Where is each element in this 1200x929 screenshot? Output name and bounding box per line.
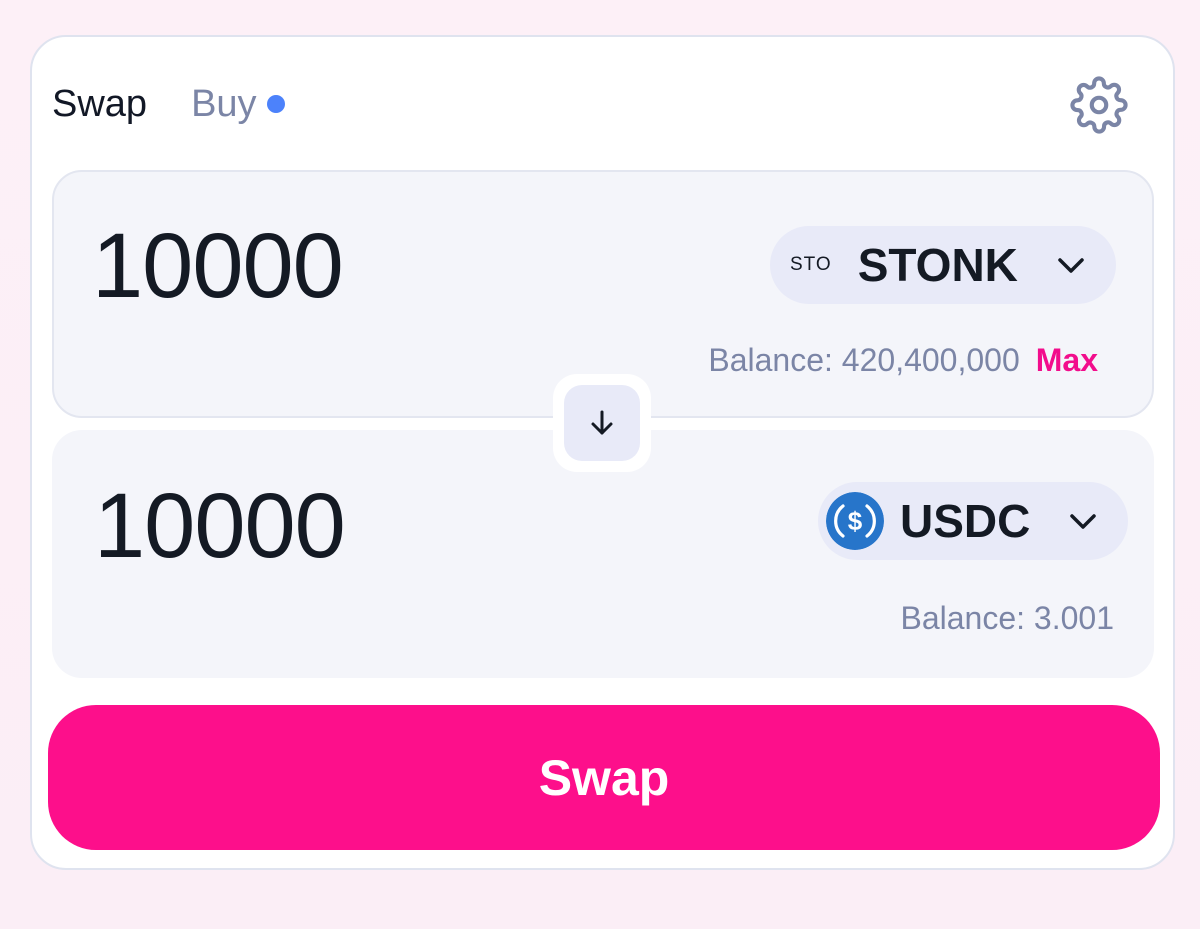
switch-button-frame <box>553 374 651 472</box>
tab-buy-label: Buy <box>191 83 257 125</box>
svg-text:$: $ <box>848 506 863 536</box>
notification-dot <box>266 95 285 113</box>
token-symbol: USDC <box>900 495 1031 547</box>
input-balance: Balance: 420,400,000 Max <box>708 342 1098 379</box>
balance-text: Balance: 420,400,000 <box>708 342 1020 378</box>
chevron-down-icon <box>1058 258 1084 273</box>
usdc-logo-icon: $ <box>826 492 884 550</box>
tab-bar: Swap Buy <box>52 78 285 130</box>
output-balance: Balance: 3.001 <box>900 600 1115 636</box>
token-symbol: STONK <box>857 239 1018 291</box>
output-token-selector[interactable]: $ USDC <box>818 482 1128 560</box>
max-button[interactable]: Max <box>1036 342 1098 379</box>
chevron-down-icon <box>1070 514 1096 529</box>
tab-buy[interactable]: Buy <box>191 78 285 130</box>
output-amount-field[interactable] <box>94 474 594 579</box>
token-logo-text: STO <box>790 254 832 275</box>
tab-swap[interactable]: Swap <box>52 78 147 130</box>
input-amount-field[interactable] <box>92 214 592 319</box>
swap-button[interactable]: Swap <box>48 705 1160 850</box>
switch-direction-button[interactable] <box>564 385 640 461</box>
gear-icon[interactable] <box>1070 76 1128 134</box>
arrow-down-icon <box>591 410 613 435</box>
input-token-selector[interactable]: STO STONK <box>770 226 1116 304</box>
